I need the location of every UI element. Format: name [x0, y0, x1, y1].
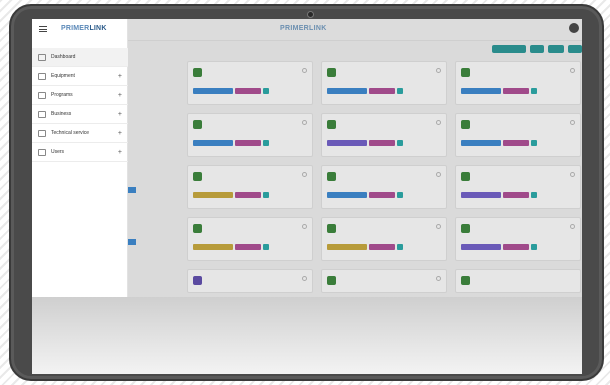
sidebar-item-users[interactable]: Users +: [32, 143, 128, 162]
filter-button[interactable]: [530, 45, 544, 53]
add-equipment-button[interactable]: [492, 45, 526, 53]
device-icon: [193, 68, 202, 77]
device-icon: [461, 68, 470, 77]
device-icon: [193, 224, 202, 233]
device-icon: [327, 68, 336, 77]
device-icon: [193, 276, 202, 285]
equipment-card[interactable]: [455, 165, 581, 209]
card-tag: [128, 239, 136, 245]
tablet-screen: PRIMERLINK PRIMERLINK Dashboard Equipmen…: [32, 19, 582, 374]
device-icon: [461, 120, 470, 129]
settings-icon[interactable]: [436, 120, 441, 125]
settings-icon[interactable]: [302, 224, 307, 229]
hamburger-menu-icon[interactable]: [39, 26, 47, 32]
equipment-card[interactable]: [455, 217, 581, 261]
settings-icon[interactable]: [436, 276, 441, 281]
device-icon: [327, 172, 336, 181]
expand-plus-icon[interactable]: +: [118, 73, 122, 80]
toolbar-actions: [492, 45, 582, 53]
settings-icon[interactable]: [570, 172, 575, 177]
sidebar-item-label: Equipment: [51, 73, 75, 79]
settings-icon[interactable]: [436, 172, 441, 177]
card-tag: [128, 187, 136, 193]
sidebar-nav: Dashboard Equipment + Programs + Busines…: [32, 48, 128, 162]
equipment-card[interactable]: [455, 61, 581, 105]
sidebar-item-label: Users: [51, 149, 65, 155]
settings-icon[interactable]: [302, 276, 307, 281]
expand-plus-icon[interactable]: +: [118, 130, 122, 137]
settings-icon[interactable]: [436, 224, 441, 229]
users-icon: [38, 148, 46, 156]
business-icon: [38, 110, 46, 118]
user-avatar-icon[interactable]: [569, 23, 579, 33]
equipment-card[interactable]: [321, 217, 447, 261]
expand-plus-icon[interactable]: +: [118, 111, 122, 118]
device-icon: [327, 276, 336, 285]
sidebar-item-business[interactable]: Business +: [32, 105, 128, 124]
wrench-icon: [38, 129, 46, 137]
device-icon: [327, 224, 336, 233]
tablet-frame: PRIMERLINK PRIMERLINK Dashboard Equipmen…: [9, 4, 604, 381]
sidebar-item-label: Programs: [51, 92, 73, 98]
more-button[interactable]: [568, 45, 582, 53]
equipment-card[interactable]: [321, 61, 447, 105]
sidebar-item-label: Business: [51, 111, 72, 117]
equipment-card[interactable]: [455, 113, 581, 157]
settings-icon[interactable]: [436, 68, 441, 73]
device-icon: [327, 120, 336, 129]
settings-icon[interactable]: [302, 120, 307, 125]
sidebar-item-label: Technical service: [51, 130, 90, 136]
settings-icon[interactable]: [570, 120, 575, 125]
device-icon: [461, 224, 470, 233]
equipment-card[interactable]: [455, 269, 581, 293]
sidebar: PRIMERLINK Dashboard Equipment + Program: [32, 19, 128, 297]
equipment-card[interactable]: [321, 269, 447, 293]
expand-plus-icon[interactable]: +: [118, 149, 122, 156]
equipment-card[interactable]: [187, 217, 313, 261]
equipment-card[interactable]: [187, 61, 313, 105]
device-icon: [461, 172, 470, 181]
brand-link: LINK: [89, 25, 107, 32]
brand-primer: PRIMER: [61, 25, 90, 32]
sidebar-item-programs[interactable]: Programs +: [32, 86, 128, 105]
settings-icon[interactable]: [570, 224, 575, 229]
view-button[interactable]: [548, 45, 564, 53]
camera-icon: [307, 11, 314, 18]
device-icon: [193, 172, 202, 181]
programs-icon: [38, 91, 46, 99]
settings-icon[interactable]: [302, 68, 307, 73]
sidebar-item-dashboard[interactable]: Dashboard: [32, 48, 128, 67]
app-window: PRIMERLINK PRIMERLINK Dashboard Equipmen…: [32, 19, 582, 297]
equipment-icon: [38, 72, 46, 80]
expand-plus-icon[interactable]: +: [118, 92, 122, 99]
dashboard-icon: [38, 53, 46, 61]
screen-reflection: [32, 297, 582, 374]
settings-icon[interactable]: [570, 68, 575, 73]
sidebar-header: PRIMERLINK: [32, 19, 128, 39]
device-icon: [193, 120, 202, 129]
center-logo: PRIMERLINK: [280, 25, 327, 32]
settings-icon[interactable]: [302, 172, 307, 177]
brand-logo[interactable]: PRIMERLINK: [61, 25, 107, 32]
equipment-card[interactable]: [187, 165, 313, 209]
sidebar-item-label: Dashboard: [51, 54, 76, 60]
equipment-card[interactable]: [187, 113, 313, 157]
equipment-card[interactable]: [187, 269, 313, 293]
sidebar-item-equipment[interactable]: Equipment +: [32, 67, 128, 86]
device-icon: [461, 276, 470, 285]
equipment-card[interactable]: [321, 113, 447, 157]
equipment-card[interactable]: [321, 165, 447, 209]
sidebar-item-technical-service[interactable]: Technical service +: [32, 124, 128, 143]
